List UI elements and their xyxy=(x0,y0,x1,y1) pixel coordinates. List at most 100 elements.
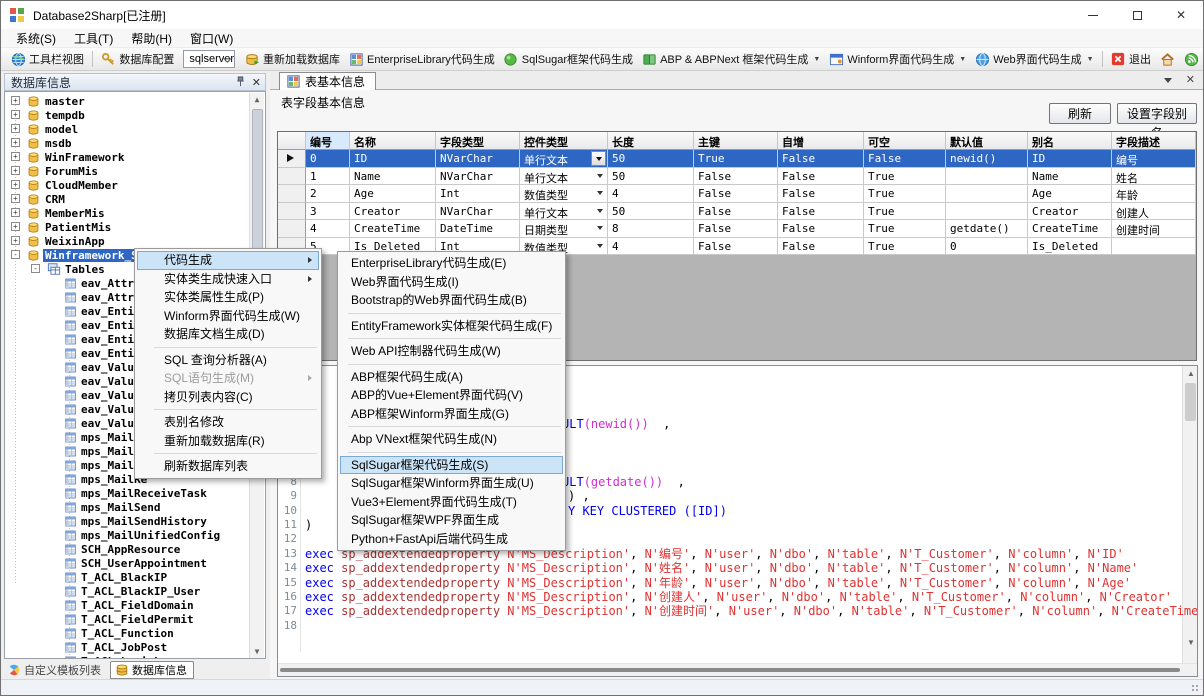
grid-cell[interactable]: 4 xyxy=(306,220,350,238)
grid-cell[interactable]: False xyxy=(694,168,778,186)
dock-tab-template-list[interactable]: 自定义模板列表 xyxy=(3,661,107,679)
column-header[interactable]: 长度 xyxy=(608,132,694,150)
tree-item[interactable]: +master xyxy=(5,94,250,108)
menu-item[interactable]: SqlSugar框架WPF界面生成 xyxy=(340,511,563,530)
grid-cell[interactable]: False xyxy=(694,220,778,238)
tree-item[interactable]: SCH_AppResource xyxy=(5,542,250,556)
menu-item[interactable]: 实体类生成快速入口 xyxy=(137,270,319,289)
expander-icon[interactable]: + xyxy=(11,96,20,105)
grid-cell[interactable]: False xyxy=(694,203,778,221)
grid-cell[interactable]: True xyxy=(864,220,946,238)
home-button[interactable] xyxy=(1155,50,1179,68)
grid-cell[interactable]: 日期类型 xyxy=(520,220,608,238)
grid-cell[interactable]: 数值类型 xyxy=(520,185,608,203)
toolbar-view-button[interactable]: 工具栏视图 xyxy=(6,50,88,68)
menu-item[interactable]: Abp VNext框架代码生成(N) xyxy=(340,430,563,449)
menu-item[interactable]: 重新加载数据库(R) xyxy=(137,432,319,451)
menu-item[interactable]: Winform界面代码生成(W) xyxy=(137,307,319,326)
grid-cell[interactable]: 3 xyxy=(306,203,350,221)
grid-cell[interactable]: 0 xyxy=(306,150,350,168)
database-config-button[interactable]: 数据库配置 xyxy=(96,50,178,68)
grid-cell[interactable]: 8 xyxy=(608,220,694,238)
grid-cell[interactable]: Age xyxy=(350,185,436,203)
web-codegen-button[interactable]: Web界面代码生成▼ xyxy=(970,50,1097,68)
column-header[interactable]: 控件类型 xyxy=(520,132,608,150)
expander-icon[interactable]: + xyxy=(11,180,20,189)
column-header[interactable]: 名称 xyxy=(350,132,436,150)
grid-cell[interactable]: 创建时间 xyxy=(1112,220,1196,238)
grid-cell[interactable]: 0 xyxy=(946,238,1028,256)
enterprise-library-codegen-button[interactable]: EnterpriseLibrary代码生成 xyxy=(344,50,499,68)
grid-cell[interactable]: 编号 xyxy=(1112,150,1196,168)
column-header[interactable]: 可空 xyxy=(864,132,946,150)
expander-icon[interactable]: + xyxy=(11,194,20,203)
grid-cell[interactable]: 50 xyxy=(608,203,694,221)
scroll-down-icon[interactable]: ▼ xyxy=(1186,638,1196,648)
table-row[interactable]: 1NameNVarChar单行文本50FalseFalseTrueName姓名 xyxy=(278,168,1196,186)
expander-icon[interactable]: + xyxy=(11,166,20,175)
tree-item[interactable]: T_ACL_BlackIP_User xyxy=(5,584,250,598)
tree-item[interactable]: T_ACL_JobPost xyxy=(5,640,250,654)
menu-item[interactable]: 数据库文档生成(D) xyxy=(137,325,319,344)
grid-cell[interactable]: Name xyxy=(1028,168,1112,186)
abp-codegen-button[interactable]: ABP & ABPNext 框架代码生成▼ xyxy=(637,50,824,68)
menu-item[interactable]: Python+FastApi后端代码生成 xyxy=(340,530,563,549)
tree-item[interactable]: mps_MailUnifiedConfig xyxy=(5,528,250,542)
grid-cell[interactable]: False xyxy=(778,220,864,238)
expander-icon[interactable]: + xyxy=(11,138,20,147)
dropdown-arrow-icon[interactable]: ▼ xyxy=(813,56,820,63)
dropdown-arrow-icon[interactable]: ▼ xyxy=(959,56,966,63)
grid-cell[interactable]: Name xyxy=(350,168,436,186)
grid-cell[interactable]: Int xyxy=(436,185,520,203)
menu-item[interactable]: Vue3+Element界面代码生成(T) xyxy=(340,493,563,512)
database-type-select[interactable]: sqlserver xyxy=(183,50,235,68)
column-header[interactable]: 默认值 xyxy=(946,132,1028,150)
expander-icon[interactable]: + xyxy=(11,236,20,245)
tree-item[interactable]: T_ACL_BlackIP xyxy=(5,570,250,584)
expander-icon[interactable]: + xyxy=(11,152,20,161)
grid-cell[interactable]: newid() xyxy=(946,150,1028,168)
expander-icon[interactable]: - xyxy=(11,250,20,259)
combo-arrow-icon[interactable] xyxy=(597,209,603,213)
tab-close-icon[interactable]: ✕ xyxy=(1186,74,1195,87)
tree-item[interactable]: +WinFramework xyxy=(5,150,250,164)
scroll-up-icon[interactable]: ▲ xyxy=(1186,369,1196,379)
resize-grip[interactable] xyxy=(1191,684,1200,693)
tree-item[interactable]: SCH_UserAppointment xyxy=(5,556,250,570)
grid-cell[interactable]: NVarChar xyxy=(436,150,520,168)
menu-item[interactable]: 拷贝列表内容(C) xyxy=(137,388,319,407)
tree-item[interactable]: +tempdb xyxy=(5,108,250,122)
grid-cell[interactable]: 50 xyxy=(608,168,694,186)
grid-cell[interactable] xyxy=(946,185,1028,203)
scroll-down-icon[interactable]: ▼ xyxy=(252,647,262,657)
tree-item[interactable]: +model xyxy=(5,122,250,136)
menu-item[interactable]: 代码生成 xyxy=(137,251,319,270)
menu-item[interactable]: SQL语句生成(M) xyxy=(137,369,319,388)
grid-cell[interactable]: 单行文本 xyxy=(520,150,608,168)
grid-cell[interactable]: True xyxy=(694,150,778,168)
tree-item[interactable]: +WeixinApp xyxy=(5,234,250,248)
grid-cell[interactable]: False xyxy=(778,185,864,203)
grid-cell[interactable]: False xyxy=(778,203,864,221)
grid-cell[interactable]: CreateTime xyxy=(1028,220,1112,238)
set-field-alias-button[interactable]: 设置字段别名 xyxy=(1117,103,1197,124)
grid-cell[interactable]: 2 xyxy=(306,185,350,203)
grid-cell[interactable]: False xyxy=(778,150,864,168)
grid-cell[interactable]: ID xyxy=(350,150,436,168)
menu-item[interactable]: 刷新数据库列表 xyxy=(137,457,319,476)
expander-icon[interactable]: + xyxy=(11,208,20,217)
scrollbar-thumb[interactable] xyxy=(280,668,1180,672)
menu-item[interactable]: Bootstrap的Web界面代码生成(B) xyxy=(340,291,563,310)
menu-item[interactable]: SqlSugar框架代码生成(S) xyxy=(340,456,563,475)
editor-vscrollbar[interactable]: ▲ ▼ xyxy=(1182,366,1197,664)
menu-item[interactable]: Web界面代码生成(I) xyxy=(340,273,563,292)
menu-item[interactable]: SQL 查询分析器(A) xyxy=(137,351,319,370)
sqlsugar-codegen-button[interactable]: SqlSugar框架代码生成 xyxy=(499,50,637,68)
menu-item[interactable]: SqlSugar框架Winform界面生成(U) xyxy=(340,474,563,493)
menu-item[interactable]: Web API控制器代码生成(W) xyxy=(340,342,563,361)
combo-arrow-icon[interactable] xyxy=(597,191,603,195)
grid-cell[interactable]: Creator xyxy=(1028,203,1112,221)
column-header[interactable]: 别名 xyxy=(1028,132,1112,150)
grid-corner-cell[interactable] xyxy=(278,132,306,150)
expander-icon[interactable]: + xyxy=(11,124,20,133)
